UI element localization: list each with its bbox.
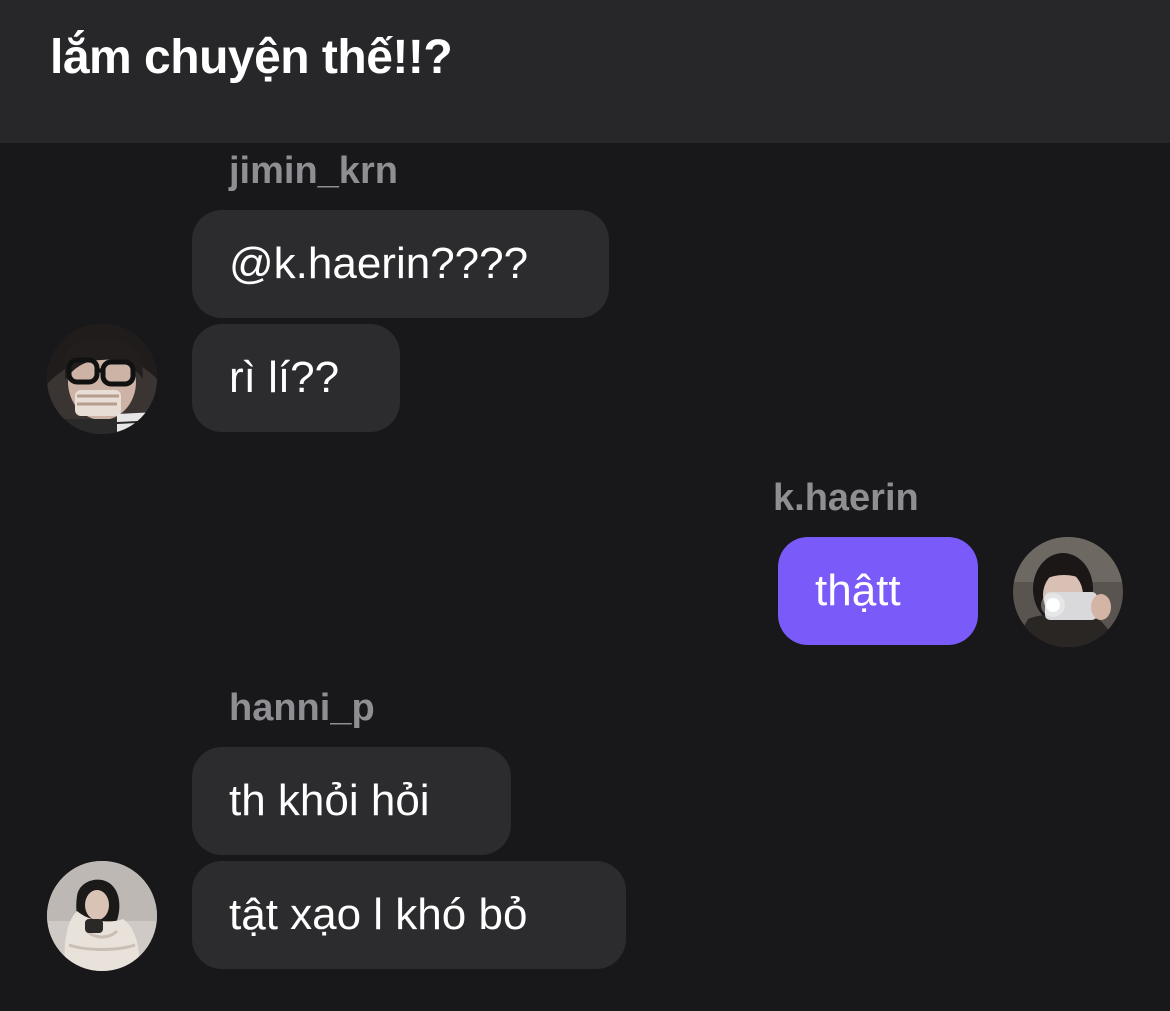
sender-username: jimin_krn [229,150,398,192]
message-bubble[interactable]: thậtt [778,537,978,645]
user-avatar-selfie-icon[interactable] [1013,537,1123,647]
message-bubble[interactable]: rì lí?? [192,324,400,432]
user-avatar-glasses-icon[interactable] [47,324,157,434]
message-bubble[interactable]: tật xạo l khó bỏ [192,861,626,969]
message-bubble[interactable]: @k.haerin???? [192,210,609,318]
chat-screen: lắm chuyện thế!!? jimin_krn @k.haerin???… [0,0,1170,1011]
sender-username: hanni_p [229,687,375,729]
user-avatar-jacket-icon[interactable] [47,861,157,971]
chat-header: lắm chuyện thế!!? [0,0,1170,143]
sender-username: k.haerin [773,477,919,519]
chat-title: lắm chuyện thế!!? [50,31,453,84]
message-bubble[interactable]: th khỏi hỏi [192,747,511,855]
